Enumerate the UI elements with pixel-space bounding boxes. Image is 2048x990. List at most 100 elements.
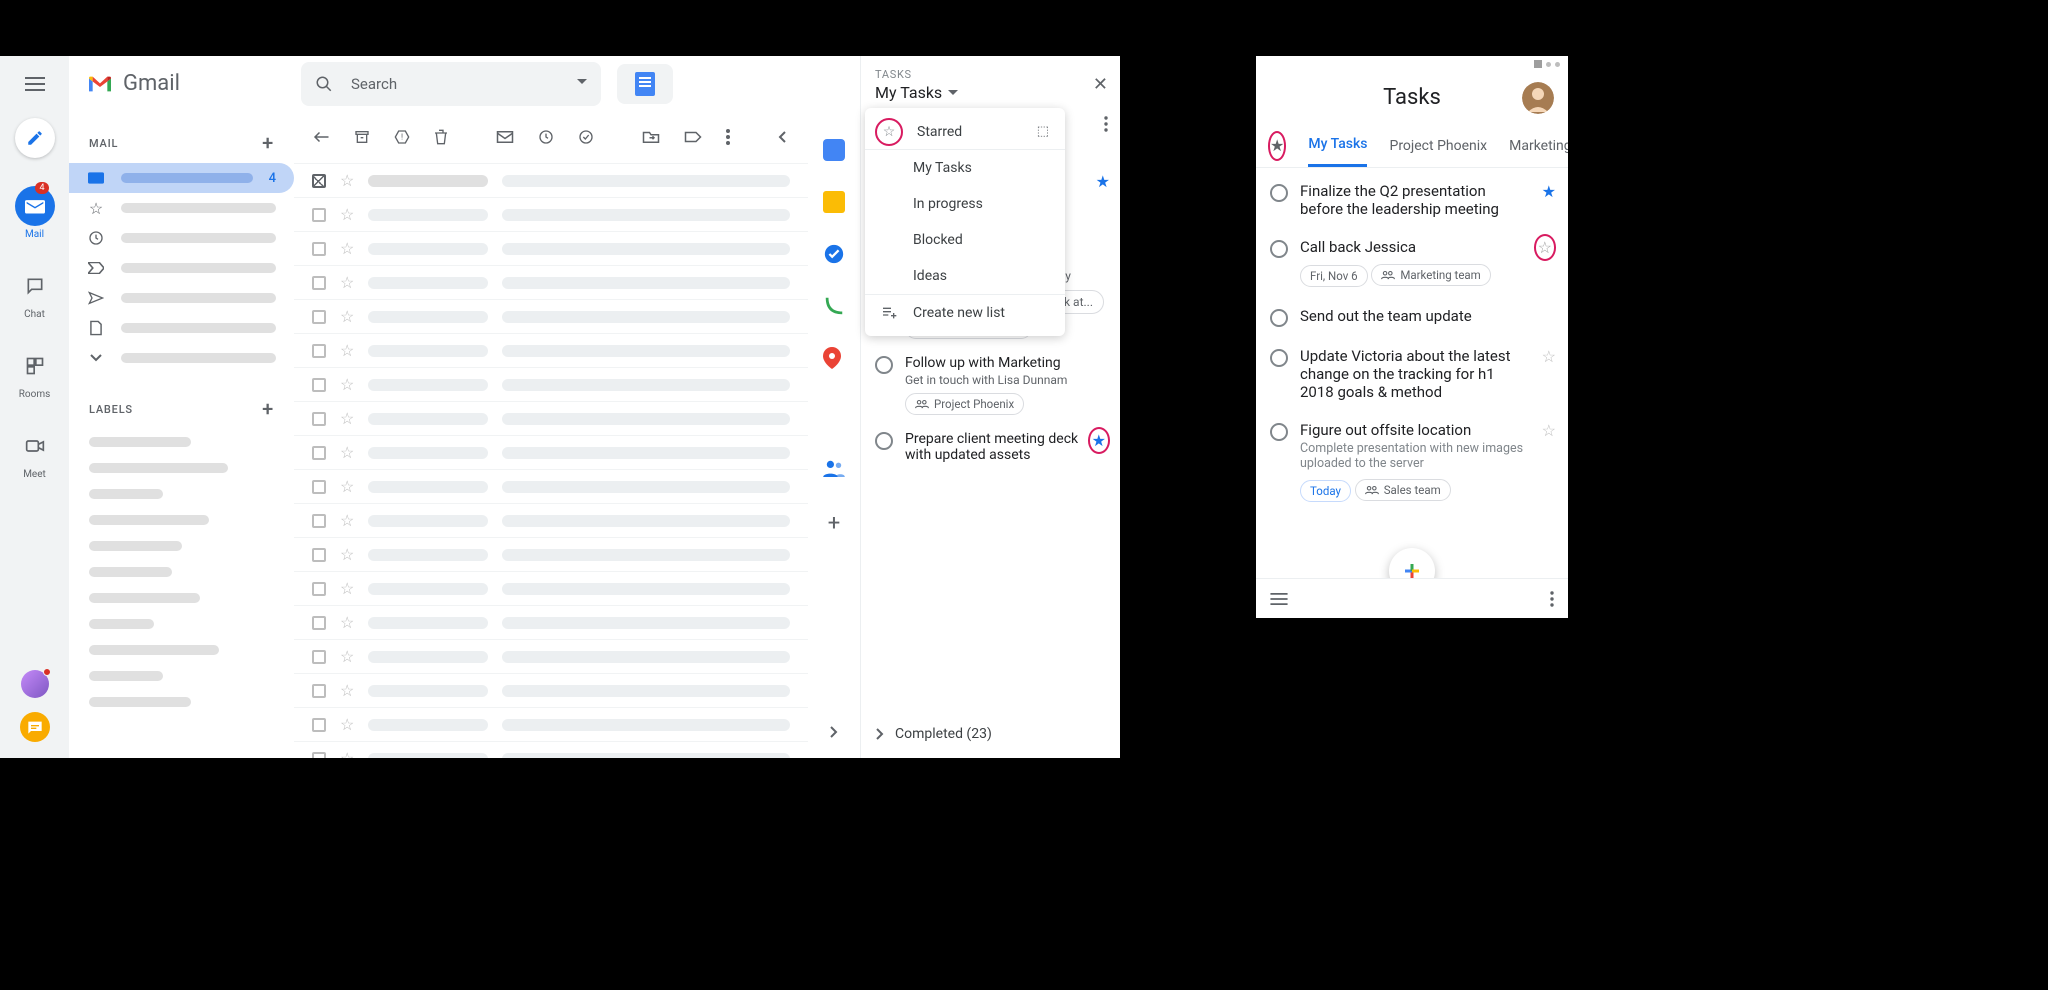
moveto-icon[interactable] [642,128,660,146]
message-row[interactable]: ☆ [294,469,808,503]
message-row[interactable]: ☆ [294,197,808,231]
tasks-app-icon[interactable] [823,243,845,265]
task-star-icon[interactable]: ★ [1088,431,1110,450]
row-star-icon[interactable]: ☆ [340,443,354,462]
calendar-app-icon[interactable] [823,139,845,161]
row-checkbox[interactable] [312,412,326,426]
message-row[interactable]: ☆ [294,571,808,605]
task-star-icon[interactable]: ★ [1542,182,1556,201]
dropdown-list-item[interactable]: My Tasks [865,150,1065,186]
row-checkbox[interactable] [312,684,326,698]
label-icon[interactable] [684,128,702,146]
label-row[interactable] [69,429,294,455]
message-row[interactable]: ☆ [294,401,808,435]
starred-tab[interactable]: ★ [1268,131,1286,161]
label-row[interactable] [69,689,294,715]
row-checkbox[interactable] [312,718,326,732]
row-checkbox[interactable] [312,548,326,562]
mobile-task-item[interactable]: Update Victoria about the latest change … [1256,337,1568,411]
rail-meet[interactable]: Meet [15,426,55,480]
folder-important[interactable] [69,253,294,283]
spam-icon[interactable]: ! [394,128,410,146]
search-bar[interactable]: Search [301,62,601,106]
label-row[interactable] [69,637,294,663]
message-row[interactable]: ☆ [294,265,808,299]
task-star-icon[interactable]: ☆ [1542,421,1556,440]
task-star-icon[interactable]: ★ [1096,172,1110,191]
voice-app-icon[interactable] [823,295,845,317]
folder-more[interactable] [69,343,294,373]
add-mail-section-icon[interactable]: + [262,131,274,155]
message-row[interactable]: ☆ [294,741,808,758]
label-row[interactable] [69,611,294,637]
menu-icon[interactable] [23,72,47,96]
task-radio[interactable] [1270,184,1288,202]
back-icon[interactable] [312,128,330,146]
row-star-icon[interactable]: ☆ [340,545,354,564]
close-panel-icon[interactable]: ✕ [1093,74,1108,95]
rail-chat[interactable]: Chat [15,266,55,320]
label-row[interactable] [69,559,294,585]
row-checkbox[interactable] [312,378,326,392]
row-checkbox[interactable] [312,344,326,358]
dropdown-create-list[interactable]: Create new list [865,294,1065,330]
task-item[interactable]: Follow up with Marketing Get in touch wi… [861,347,1120,423]
row-checkbox[interactable] [312,310,326,324]
message-row[interactable]: ☆ [294,707,808,741]
message-row[interactable]: ☆ [294,163,808,197]
dropdown-list-item[interactable]: Ideas [865,258,1065,294]
task-list-switcher[interactable]: My Tasks [875,83,1106,102]
expand-panel-icon[interactable] [830,726,838,738]
rail-mail[interactable]: 4 Mail [15,186,55,240]
delete-icon[interactable] [434,128,448,146]
task-star-icon[interactable]: ☆ [1542,347,1556,366]
dropdown-list-item[interactable]: Blocked [865,222,1065,258]
compose-button[interactable] [15,118,55,158]
row-star-icon[interactable]: ☆ [340,681,354,700]
group-chip[interactable]: Marketing team [1371,264,1490,286]
archive-icon[interactable] [354,128,370,146]
label-row[interactable] [69,507,294,533]
row-star-icon[interactable]: ☆ [340,715,354,734]
search-dropdown-icon[interactable] [577,77,587,90]
message-row[interactable]: ☆ [294,673,808,707]
task-star-icon[interactable]: ☆ [1534,238,1556,257]
support-fab[interactable] [20,712,50,742]
message-row[interactable]: ☆ [294,537,808,571]
row-checkbox[interactable] [312,480,326,494]
row-star-icon[interactable]: ☆ [340,579,354,598]
group-chip[interactable]: Sales team [1355,479,1451,501]
row-star-icon[interactable]: ☆ [340,477,354,496]
label-row[interactable] [69,481,294,507]
mobile-task-item[interactable]: Finalize the Q2 presentation before the … [1256,172,1568,228]
message-row[interactable]: ☆ [294,299,808,333]
row-star-icon[interactable]: ☆ [340,307,354,326]
row-checkbox[interactable] [312,446,326,460]
mobile-menu-icon[interactable] [1270,593,1288,605]
folder-drafts[interactable] [69,313,294,343]
row-checkbox[interactable] [312,582,326,596]
label-row[interactable] [69,663,294,689]
docs-chip[interactable] [617,64,673,104]
mobile-tab[interactable]: My Tasks [1308,124,1367,167]
rail-rooms[interactable]: Rooms [15,346,55,400]
mobile-account-avatar[interactable] [1522,82,1554,114]
message-row[interactable]: ☆ [294,639,808,673]
row-checkbox[interactable] [312,174,326,188]
row-star-icon[interactable]: ☆ [340,613,354,632]
completed-toggle[interactable]: Completed (23) [875,726,992,742]
mobile-tab[interactable]: Project Phoenix [1389,124,1487,167]
row-checkbox[interactable] [312,242,326,256]
row-star-icon[interactable]: ☆ [340,375,354,394]
older-icon[interactable] [778,128,786,146]
dropdown-starred[interactable]: ☆ Starred ⬚ [865,114,1065,150]
maps-app-icon[interactable] [823,347,845,369]
message-row[interactable]: ☆ [294,435,808,469]
row-star-icon[interactable]: ☆ [340,647,354,666]
row-checkbox[interactable] [312,276,326,290]
row-star-icon[interactable]: ☆ [340,409,354,428]
mobile-task-item[interactable]: Call back Jessica Fri, Nov 6 Marketing t… [1256,228,1568,297]
label-row[interactable] [69,455,294,481]
snooze-icon[interactable] [538,128,554,146]
mobile-more-icon[interactable] [1550,591,1554,607]
